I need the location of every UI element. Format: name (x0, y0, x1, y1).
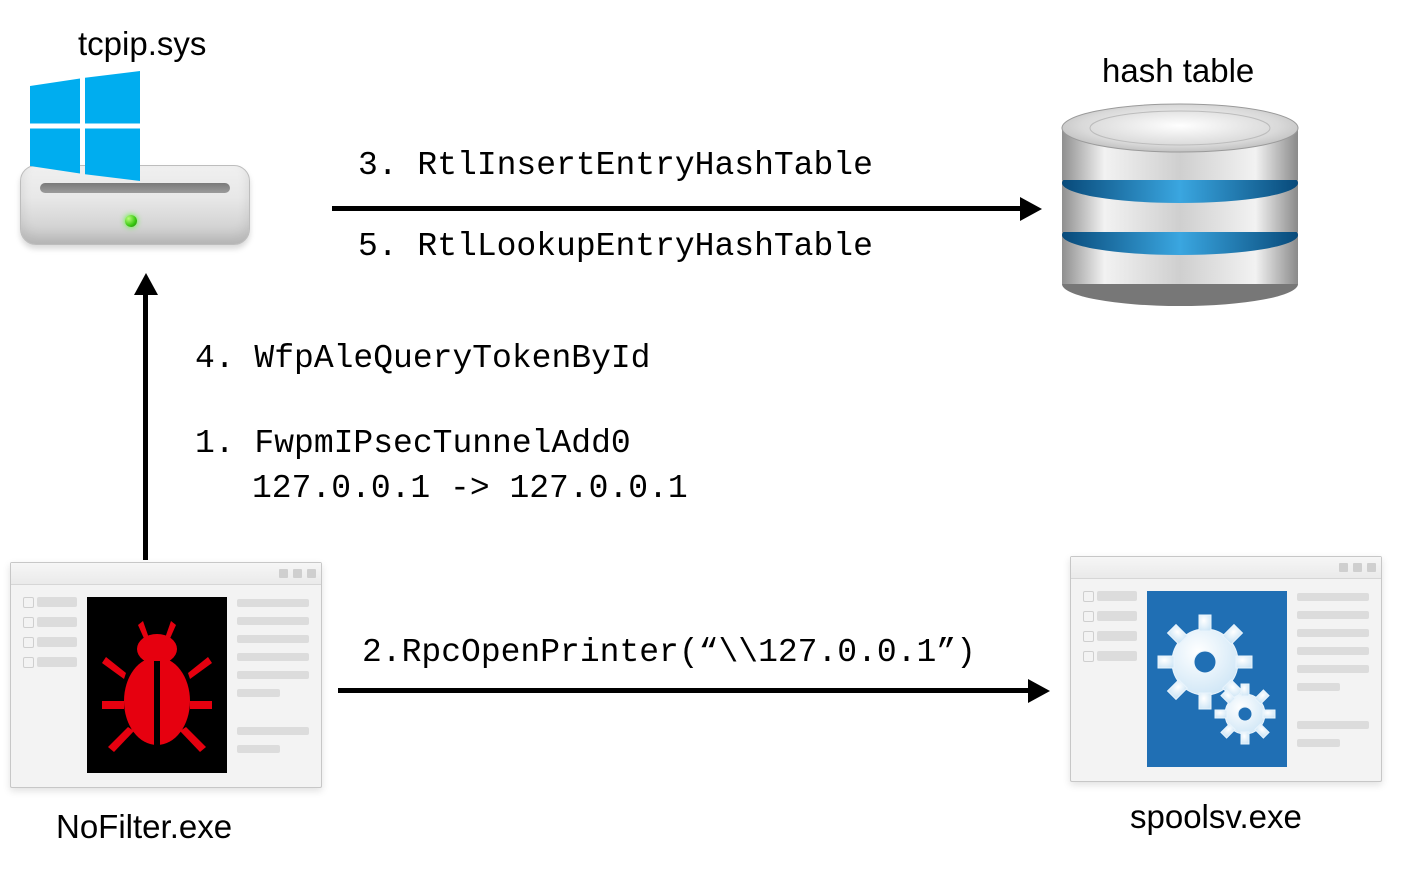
windows-logo-icon (30, 71, 140, 181)
spoolsv-window (1070, 556, 1382, 782)
list-item (37, 637, 77, 647)
step2-label: 2.RpcOpenPrinter(“\\127.0.0.1”) (362, 634, 976, 671)
list-item (37, 597, 77, 607)
window-text-lines (237, 597, 309, 775)
list-item (1097, 651, 1137, 661)
window-control-icon (293, 569, 302, 578)
window-titlebar (1071, 557, 1381, 579)
hashtable-label: hash table (1102, 52, 1254, 90)
nofilter-window (10, 562, 322, 788)
window-titlebar (11, 563, 321, 585)
step5-label: 5. RtlLookupEntryHashTable (358, 228, 873, 265)
step3-label: 3. RtlInsertEntryHashTable (358, 147, 873, 184)
window-sidebar (1097, 591, 1137, 769)
gears-icon (1147, 591, 1287, 767)
step1-line2-label: 127.0.0.1 -> 127.0.0.1 (252, 470, 688, 507)
list-item (37, 657, 77, 667)
window-control-icon (307, 569, 316, 578)
list-item (37, 617, 77, 627)
tcpip-node (20, 65, 260, 255)
list-item (1097, 611, 1137, 621)
arrow-nofilter-to-spoolsv (338, 688, 1032, 693)
database-icon (1056, 98, 1304, 308)
list-item (1097, 631, 1137, 641)
window-control-icon (1367, 563, 1376, 572)
arrowhead-nofilter-to-tcpip (134, 273, 158, 295)
window-sidebar (37, 597, 77, 775)
arrowhead-nofilter-to-spoolsv (1028, 679, 1050, 703)
list-item (1097, 591, 1137, 601)
bug-icon (87, 597, 227, 773)
arrow-tcpip-to-hashtable (332, 206, 1024, 211)
spoolsv-label: spoolsv.exe (1130, 798, 1302, 836)
window-control-icon (1353, 563, 1362, 572)
arrow-nofilter-to-tcpip (143, 292, 148, 560)
tcpip-label: tcpip.sys (78, 25, 206, 63)
step4-label: 4. WfpAleQueryTokenById (195, 340, 650, 377)
window-text-lines (1297, 591, 1369, 769)
step1-line1-label: 1. FwpmIPsecTunnelAdd0 (195, 425, 631, 462)
window-control-icon (279, 569, 288, 578)
nofilter-label: NoFilter.exe (56, 808, 232, 846)
arrowhead-tcpip-to-hashtable (1020, 197, 1042, 221)
window-control-icon (1339, 563, 1348, 572)
